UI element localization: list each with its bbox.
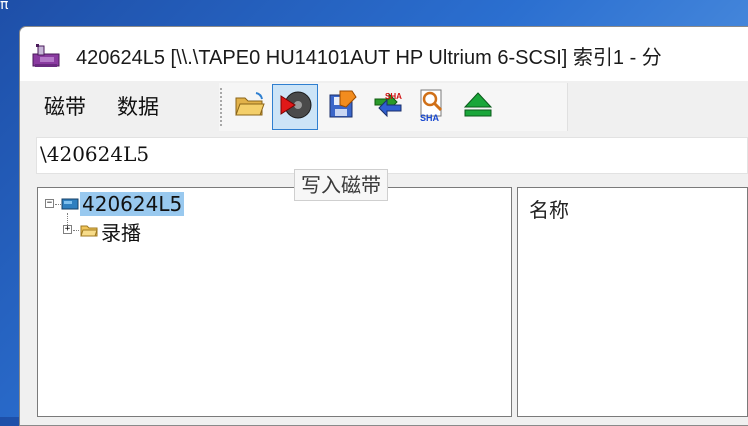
window-title: 420624L5 [\\.\TAPE0 HU14101AUT HP Ultriu… <box>76 47 662 69</box>
tape-drive-icon <box>32 42 60 68</box>
sha-search-button[interactable]: SHA <box>410 85 454 129</box>
folder-icon <box>80 222 98 242</box>
path-value: \420624L5 <box>40 142 150 166</box>
write-tape-icon <box>278 88 312 126</box>
desktop-corner-text: π <box>0 0 9 13</box>
title-bar[interactable]: 420624L5 [\\.\TAPE0 HU14101AUT HP Ultriu… <box>20 27 748 81</box>
toolbar-tooltip: 写入磁带 <box>294 169 388 201</box>
tree-node-recordings[interactable]: 录播 <box>101 217 141 246</box>
menu-data[interactable]: 数据 <box>117 91 159 121</box>
sha-compare-button[interactable]: SHA <box>366 85 410 129</box>
sha-compare-icon: SHA <box>371 89 405 125</box>
eject-icon <box>462 90 494 124</box>
tree-collapse-toggle[interactable]: − <box>45 199 54 208</box>
toolbar-grip[interactable] <box>220 88 222 126</box>
save-index-icon <box>326 89 358 125</box>
open-folder-button[interactable] <box>228 85 272 129</box>
save-index-button[interactable] <box>320 85 364 129</box>
tree-connector <box>73 230 79 231</box>
eject-button[interactable] <box>456 85 500 129</box>
svg-text:SHA: SHA <box>385 92 402 101</box>
write-tape-button[interactable] <box>272 84 318 130</box>
tree-node-root[interactable]: 420624L5 <box>80 192 185 216</box>
tape-node-icon <box>61 196 79 216</box>
column-header-name[interactable]: 名称 <box>529 194 569 223</box>
open-folder-icon <box>234 91 266 123</box>
svg-text:SHA: SHA <box>420 113 440 122</box>
tree-expand-toggle[interactable]: + <box>63 225 72 234</box>
menu-tape[interactable]: 磁带 <box>44 91 86 121</box>
sha-search-icon: SHA <box>415 88 449 126</box>
